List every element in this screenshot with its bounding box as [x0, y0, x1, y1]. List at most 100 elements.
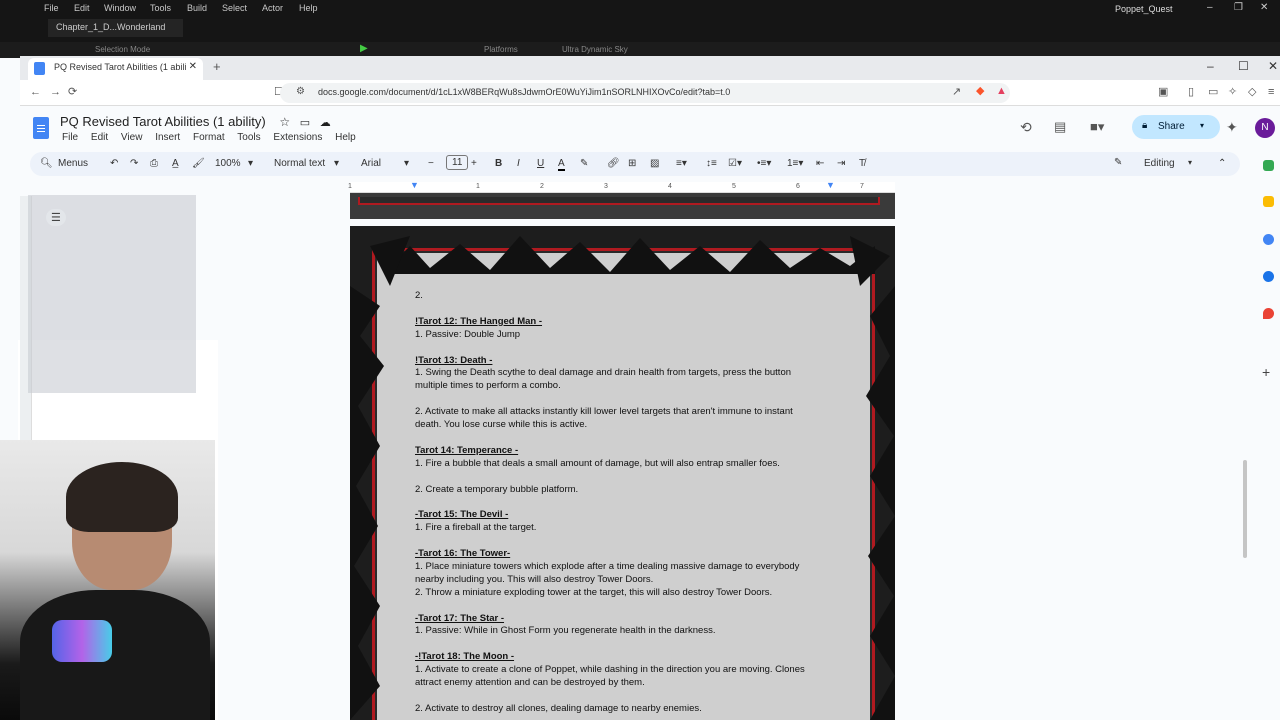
zoom-select[interactable]: 100% — [215, 158, 241, 169]
editing-mode-select[interactable]: ✎ Editing ▾ — [1110, 155, 1210, 173]
body-line[interactable]: multiple times to perform a combo. — [415, 380, 835, 393]
comments-icon[interactable]: ▤ — [1054, 120, 1066, 133]
body-line[interactable]: 2. Create a temporary bubble platform. — [415, 484, 835, 497]
ue-restore-icon[interactable]: ❐ — [1234, 2, 1243, 13]
body-line[interactable]: 2. Activate to make all attacks instantl… — [415, 406, 835, 419]
highlight-icon[interactable]: ✎ — [580, 158, 588, 169]
body-line[interactable] — [415, 496, 835, 509]
body-line[interactable]: 1. Passive: Double Jump — [415, 329, 835, 342]
play-icon[interactable]: ▶ — [360, 43, 368, 54]
keep-icon[interactable] — [1263, 196, 1274, 207]
increase-indent-icon[interactable]: ⇥ — [837, 158, 845, 169]
gemini-icon[interactable]: ✦ — [1226, 120, 1238, 134]
ue-platforms[interactable]: Platforms — [484, 45, 518, 54]
new-tab-icon[interactable]: + — [213, 59, 221, 74]
search-menus-icon[interactable]: 🔍︎ — [40, 158, 53, 169]
ue-menu-actor[interactable]: Actor — [262, 3, 283, 13]
ue-sky[interactable]: Ultra Dynamic Sky — [562, 45, 628, 54]
brave-rewards-icon[interactable]: ▲ — [996, 86, 1007, 97]
ue-menu-help[interactable]: Help — [299, 3, 318, 13]
forward-icon[interactable]: → — [50, 87, 61, 98]
ue-menu-select[interactable]: Select — [222, 3, 247, 13]
tasks-icon[interactable] — [1263, 234, 1274, 245]
scrollbar[interactable] — [1243, 460, 1247, 558]
body-line[interactable] — [415, 432, 835, 445]
maps-icon[interactable] — [1263, 308, 1274, 319]
vpn-icon[interactable]: ◇ — [1248, 87, 1256, 98]
menu-insert[interactable]: Insert — [155, 132, 180, 143]
wallet-icon[interactable]: ▭ — [1208, 87, 1218, 98]
right-indent-marker-icon[interactable]: ▼ — [826, 180, 835, 190]
comment-icon[interactable]: ⊞ — [628, 158, 636, 169]
body-line[interactable]: 2. — [415, 290, 835, 303]
body-line[interactable] — [415, 690, 835, 703]
ue-menu-build[interactable]: Build — [187, 3, 207, 13]
clear-format-icon[interactable]: T̸ — [859, 158, 865, 169]
brave-shield-icon[interactable]: ◆ — [976, 86, 984, 97]
ue-menu-edit[interactable]: Edit — [74, 3, 90, 13]
meet-icon[interactable]: ■▾ — [1090, 120, 1104, 133]
body-line[interactable]: death. You lose curse while this is acti… — [415, 419, 835, 432]
print-icon[interactable]: ⎙ — [150, 158, 158, 169]
ue-selection-mode[interactable]: Selection Mode — [95, 45, 150, 54]
image-icon[interactable]: ▨ — [650, 158, 659, 169]
ue-level-tab[interactable]: Chapter_1_D...Wonderland — [48, 19, 183, 37]
body-line[interactable] — [415, 471, 835, 484]
url-field[interactable]: ⚙ docs.google.com/document/d/1cL1xW8BERq… — [280, 83, 1010, 103]
horizontal-ruler[interactable]: 1 ▼ 1 2 3 4 5 6 ▼ 7 — [348, 180, 895, 193]
menu-file[interactable]: File — [62, 132, 78, 143]
leo-icon[interactable]: ✧ — [1228, 87, 1237, 98]
back-icon[interactable]: ← — [30, 87, 41, 98]
body-line[interactable] — [415, 342, 835, 355]
body-line[interactable]: nearby including you. This will also des… — [415, 574, 835, 587]
body-line[interactable]: 1. Activate to create a clone of Poppet,… — [415, 664, 835, 677]
font-dropdown-icon[interactable]: ▾ — [404, 158, 409, 169]
body-line[interactable]: 1. Fire a fireball at the target. — [415, 522, 835, 535]
body-line[interactable] — [415, 303, 835, 316]
redo-icon[interactable]: ↷ — [130, 158, 138, 169]
extensions-icon[interactable]: ▣ — [1158, 87, 1168, 98]
style-select[interactable]: Normal text — [274, 158, 325, 169]
underline-icon[interactable]: U — [537, 158, 544, 169]
avatar[interactable]: N — [1255, 118, 1275, 138]
share-page-icon[interactable]: ↗ — [952, 87, 961, 98]
checklist-icon[interactable]: ☑▾ — [728, 158, 742, 169]
browser-menu-icon[interactable]: ≡ — [1268, 87, 1274, 98]
section-heading[interactable]: -Tarot 15: The Devil - — [415, 509, 835, 522]
menu-extensions[interactable]: Extensions — [273, 132, 322, 143]
ue-menu-window[interactable]: Window — [104, 3, 136, 13]
ue-menu-file[interactable]: File — [44, 3, 59, 13]
spellcheck-icon[interactable]: A̲ — [172, 158, 179, 169]
reload-icon[interactable]: ⟳ — [68, 87, 77, 98]
font-size-field[interactable]: 11 — [446, 155, 469, 170]
share-dropdown-icon[interactable]: ▾ — [1200, 121, 1204, 130]
bold-icon[interactable]: B — [495, 158, 502, 169]
body-line[interactable] — [415, 535, 835, 548]
body-line[interactable]: 1. Passive: While in Ghost Form you rege… — [415, 625, 835, 638]
body-line[interactable]: 1. Swing the Death scythe to deal damage… — [415, 367, 835, 380]
move-folder-icon[interactable]: ▭ — [300, 117, 310, 129]
decrease-font-icon[interactable]: − — [428, 158, 434, 169]
section-heading[interactable]: !Tarot 12: The Hanged Man - — [415, 316, 835, 329]
section-heading[interactable]: -Tarot 16: The Tower- — [415, 548, 835, 561]
body-line[interactable] — [415, 393, 835, 406]
body-line[interactable]: 1. Place miniature towers which explode … — [415, 561, 835, 574]
add-addon-icon[interactable]: + — [1262, 364, 1270, 380]
increase-font-icon[interactable]: + — [471, 158, 477, 169]
undo-icon[interactable]: ↶ — [110, 158, 118, 169]
style-dropdown-icon[interactable]: ▾ — [334, 158, 339, 169]
docs-logo-icon[interactable] — [33, 117, 49, 139]
document-body[interactable]: 2. !Tarot 12: The Hanged Man -1. Passive:… — [415, 290, 835, 716]
tab-close-icon[interactable]: ✕ — [189, 61, 197, 72]
section-heading[interactable]: Tarot 14: Temperance - — [415, 445, 835, 458]
body-line[interactable] — [415, 600, 835, 613]
sheets-icon[interactable] — [1263, 160, 1274, 171]
font-select[interactable]: Arial — [361, 158, 381, 169]
section-heading[interactable]: -Tarot 17: The Star - — [415, 613, 835, 626]
menu-edit[interactable]: Edit — [91, 132, 108, 143]
zoom-dropdown-icon[interactable]: ▾ — [248, 158, 253, 169]
body-line[interactable] — [415, 638, 835, 651]
contacts-icon[interactable] — [1263, 271, 1274, 282]
body-line[interactable]: 1. Fire a bubble that deals a small amou… — [415, 458, 835, 471]
body-line[interactable]: 2. Activate to destroy all clones, deali… — [415, 703, 835, 716]
